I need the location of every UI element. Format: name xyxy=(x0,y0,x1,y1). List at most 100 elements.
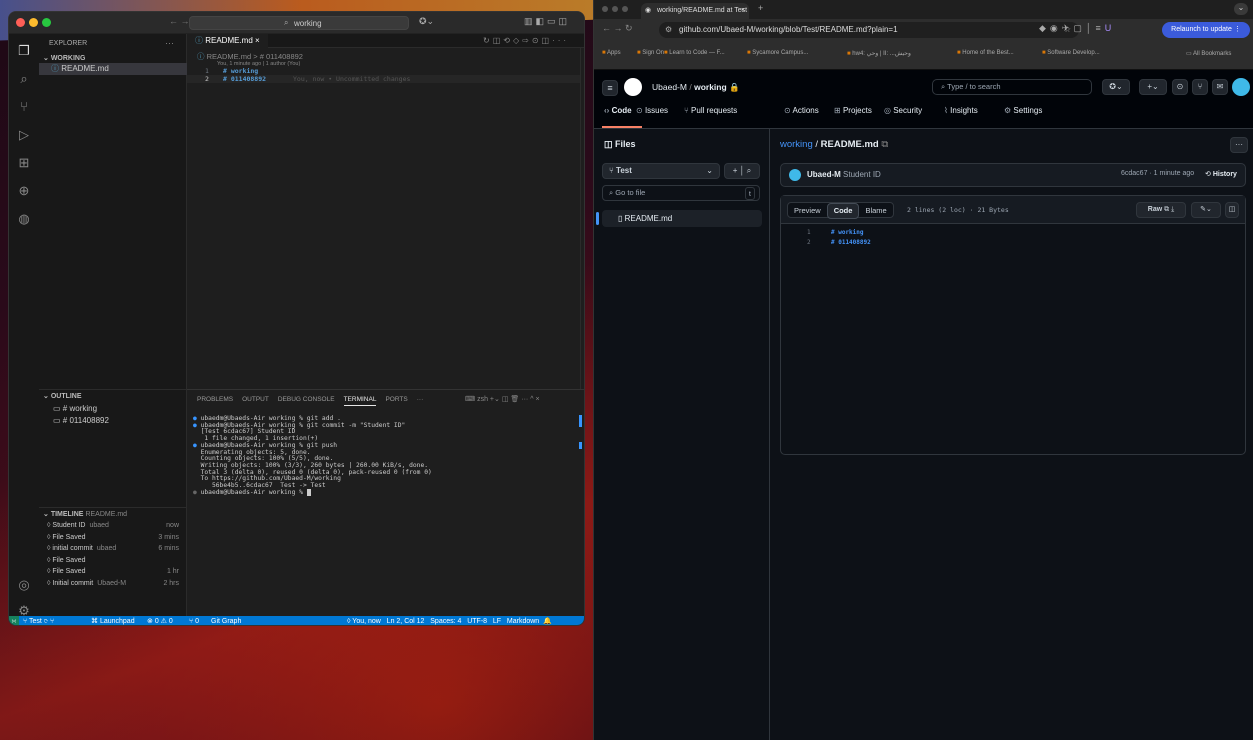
repo-tab-insights[interactable]: ⌇ Insights xyxy=(944,106,978,115)
repo-tab-pull-requests[interactable]: ⑂ Pull requests xyxy=(684,106,737,115)
zoom-button[interactable] xyxy=(42,18,51,27)
file-readme[interactable]: ⓘ README.md xyxy=(39,63,187,75)
commit-meta[interactable]: 6cdac67 · 1 minute ago xyxy=(1121,170,1194,177)
relaunch-button[interactable]: Relaunch to update ⋮ xyxy=(1162,22,1250,38)
terminal-actions[interactable]: ⌨ zsh +⌄ ◫ 🗑 ··· ^ × xyxy=(465,395,540,403)
ports-status[interactable]: ⑂ 0 xyxy=(189,616,199,625)
panel-tab[interactable]: DEBUG CONSOLE xyxy=(278,396,335,403)
bookmark-item[interactable]: ■ Home of the Best... xyxy=(957,50,1014,56)
back-forward-icon[interactable]: ← → xyxy=(169,16,190,26)
go-to-file-input[interactable]: ⌕ Go to file t xyxy=(602,185,760,201)
timeline-item[interactable]: ◊ File Saved 1 hr xyxy=(47,568,183,579)
panel-tab[interactable]: OUTPUT xyxy=(242,396,269,403)
nav-buttons[interactable]: ← → ↻ xyxy=(602,23,633,34)
code-tab[interactable]: Code xyxy=(826,203,860,219)
repo-tab-issues[interactable]: ⊙ Issues xyxy=(636,106,668,115)
history-link[interactable]: ⟲ History xyxy=(1205,170,1237,178)
new-tab-icon[interactable]: + xyxy=(758,3,763,13)
trash-icon[interactable]: 🗑 xyxy=(510,396,519,403)
symbols-icon[interactable]: ◫ xyxy=(1225,202,1239,218)
repo-path-link[interactable]: working xyxy=(780,139,813,150)
launchpad-status[interactable]: ⌘ Launchpad xyxy=(91,616,135,625)
problems-status[interactable]: ⊗ 0 ⚠ 0 xyxy=(147,616,173,625)
bookmark-item[interactable]: ■ Apps xyxy=(602,50,621,56)
close-tab-icon[interactable]: × xyxy=(741,3,745,19)
commit-author[interactable]: Ubaed-M xyxy=(807,170,841,179)
chevron-up-icon[interactable]: ^ xyxy=(530,396,533,403)
repo-tab-code[interactable]: ‹› Code xyxy=(604,106,632,115)
search-view-icon[interactable]: ⌕ xyxy=(9,68,39,90)
terminal-output[interactable]: ● ubaedm@Ubaeds-Air working % git add . ●… xyxy=(193,415,432,496)
panel-tab[interactable]: PROBLEMS xyxy=(197,396,233,403)
copy-path-icon[interactable]: ⧉ xyxy=(881,139,888,150)
more-icon[interactable]: ··· xyxy=(165,38,174,48)
minimize-button[interactable] xyxy=(29,18,38,27)
command-center[interactable]: ⌕ working xyxy=(189,16,409,30)
panel-tab[interactable]: PORTS xyxy=(385,396,407,403)
split-icon[interactable]: ◫ xyxy=(502,396,509,403)
repo-tab-projects[interactable]: ⊞ Projects xyxy=(834,106,872,115)
more-icon[interactable]: ··· xyxy=(417,396,424,403)
timeline-item[interactable]: ◊ Student ID ubaed now xyxy=(47,522,183,533)
repo-tab-actions[interactable]: ⊙ Actions xyxy=(784,106,819,115)
bookmark-item[interactable]: ■ Learn to Code — F... xyxy=(664,50,725,56)
sidebar-collapse-icon[interactable]: ◫ xyxy=(604,139,613,149)
more-options-button[interactable]: ··· xyxy=(1230,137,1248,153)
address-bar[interactable]: ⚙ github.com/Ubaed-M/working/blob/Test/RE… xyxy=(659,22,1079,38)
layout-icons[interactable]: ▥◧▭◫ xyxy=(524,16,570,27)
timeline-item[interactable]: ◊ File Saved xyxy=(47,557,183,568)
outline-item[interactable]: ▭ # 011408892 xyxy=(53,416,109,425)
extensions-icon[interactable]: ⊞ xyxy=(9,152,39,174)
timeline-item[interactable]: ◊ File Saved 3 mins xyxy=(47,534,183,545)
run-debug-icon[interactable]: ▷ xyxy=(9,124,39,146)
close-button[interactable] xyxy=(602,6,608,12)
outline-item[interactable]: ▭ # working xyxy=(53,404,97,413)
branch-select[interactable]: ⑂ Test ⌄ xyxy=(602,163,720,179)
close-tab-icon[interactable]: × xyxy=(255,36,260,45)
code-line[interactable]: 1 # working xyxy=(781,228,1245,238)
repo-tab-settings[interactable]: ⚙ Settings xyxy=(1004,106,1042,115)
code-line[interactable]: 2 # 011408892 xyxy=(781,238,1245,248)
scrollbar[interactable] xyxy=(580,48,584,389)
extension-icons[interactable]: ◆◉✈▢│≡U xyxy=(1039,23,1115,34)
explorer-icon[interactable]: ❐ xyxy=(9,40,39,62)
remote-indicator-icon[interactable]: ›‹ xyxy=(9,616,19,625)
branch-status[interactable]: ⑂ Test ⟳ ⑂ xyxy=(23,616,54,625)
bookmark-item[interactable]: ■ Sign On xyxy=(637,50,664,56)
editor-actions-icons[interactable]: ↻◫⟲◇⇨⊙◫··· xyxy=(483,36,569,45)
raw-copy-download[interactable]: Raw ⧉ ⤓ xyxy=(1136,202,1186,218)
tab-readme[interactable]: ⓘ README.md × xyxy=(187,34,268,48)
source-control-icon[interactable]: ⑂ xyxy=(9,96,39,118)
more-icon[interactable]: ··· xyxy=(521,396,528,403)
blame-tab[interactable]: Blame xyxy=(859,204,892,218)
minimize-button[interactable] xyxy=(612,6,618,12)
bookmark-item[interactable]: ■ hw4: وحي | II: ...وحيش xyxy=(847,50,911,57)
all-bookmarks[interactable]: ▭ All Bookmarks xyxy=(1186,50,1231,57)
copilot-icon[interactable]: ✪⌄ xyxy=(419,16,434,27)
tab-search-icon[interactable]: ⌄ xyxy=(1234,3,1248,15)
repo-tab-security[interactable]: ◎ Security xyxy=(884,106,922,115)
timeline-item[interactable]: ◊ initial commit ubaed 6 mins xyxy=(47,545,183,556)
code-line[interactable]: 1 # working xyxy=(187,67,584,75)
outline-section[interactable]: ⌄ OUTLINE xyxy=(43,392,82,400)
bookmark-item[interactable]: ■ Sycamore Campus... xyxy=(747,50,808,56)
zoom-button[interactable] xyxy=(622,6,628,12)
code-line[interactable]: 2 # 011408892 You, now • Uncommitted chang… xyxy=(187,75,584,83)
site-settings-icon[interactable]: ⚙ xyxy=(665,22,672,38)
commit-message[interactable]: Student ID xyxy=(843,170,881,179)
github-icon[interactable]: ◍ xyxy=(9,208,39,230)
bookmark-item[interactable]: ■ Software Develop... xyxy=(1042,50,1100,56)
file-tree-item[interactable]: ▯ README.md xyxy=(596,210,762,227)
account-icon[interactable]: ◎ xyxy=(9,574,39,596)
panel-tab[interactable]: TERMINAL xyxy=(343,396,377,406)
timeline-section[interactable]: ⌄ TIMELINE README.md xyxy=(43,510,127,518)
new-terminal-icon[interactable]: +⌄ xyxy=(490,396,500,403)
close-button[interactable] xyxy=(16,18,25,27)
edit-button[interactable]: ✎⌄ xyxy=(1191,202,1221,218)
folder-working[interactable]: ⌄ WORKING xyxy=(43,54,85,62)
preview-tab[interactable]: Preview xyxy=(788,204,827,218)
timeline-item[interactable]: ◊ Initial commit Ubaed-M 2 hrs xyxy=(47,580,183,591)
add-search-buttons[interactable]: + │ ⌕ xyxy=(724,163,760,179)
close-panel-icon[interactable]: × xyxy=(535,396,539,403)
git-graph-status[interactable]: Git Graph xyxy=(211,616,241,625)
